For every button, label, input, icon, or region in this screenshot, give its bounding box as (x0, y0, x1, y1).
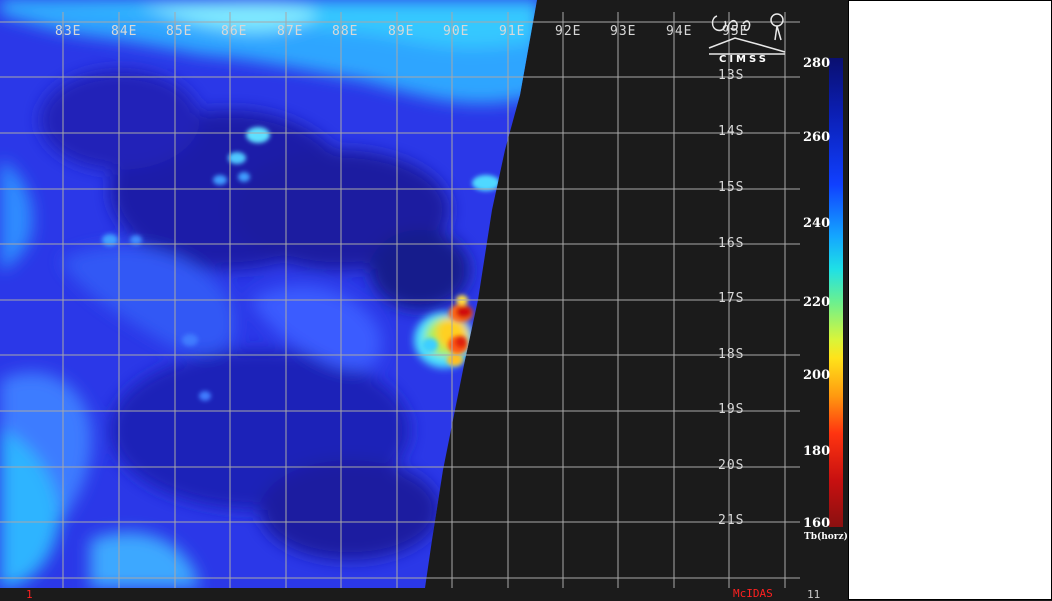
lat-label-19s: 19S (718, 402, 745, 417)
colorbar-tick-180: 180 (803, 444, 831, 459)
lon-label-89e: 89E (388, 24, 415, 39)
lon-label-90e: 90E (443, 24, 470, 39)
colorbar-tick-260: 260 (803, 130, 831, 145)
lon-label-84e: 84E (111, 24, 138, 39)
satellite-map (0, 0, 800, 588)
lat-label-15s: 15S (718, 180, 745, 195)
colorbar-tick-220: 220 (803, 295, 831, 310)
lon-label-86e: 86E (221, 24, 248, 39)
logo-text: CIMSS (719, 54, 769, 64)
colorbar-tick-160: 160 (803, 516, 831, 531)
brightness-temperature-colorbar (829, 58, 843, 527)
colorbar-unit-label: Tb(horz) (804, 532, 848, 542)
cimss-logo-icon: CIMSS (708, 13, 786, 64)
footer-code: 11 (807, 588, 821, 601)
lon-label-87e: 87E (277, 24, 304, 39)
colorbar-tick-200: 200 (803, 368, 831, 383)
lat-label-20s: 20S (718, 458, 745, 473)
lat-label-18s: 18S (718, 347, 745, 362)
lon-label-94e: 94E (666, 24, 693, 39)
colorbar-tick-240: 240 (803, 216, 831, 231)
footer-bar (0, 588, 848, 601)
lon-label-93e: 93E (610, 24, 637, 39)
blank-info-panel (848, 0, 1052, 600)
lat-label-16s: 16S (718, 236, 745, 251)
lon-label-88e: 88E (332, 24, 359, 39)
footer-frame-number: 1 (26, 588, 33, 601)
colorbar-tick-280: 280 (803, 56, 831, 71)
lon-label-92e: 92E (555, 24, 582, 39)
lon-label-85e: 85E (166, 24, 193, 39)
lat-label-13s: 13S (718, 68, 745, 83)
lat-label-14s: 14S (718, 124, 745, 139)
lon-label-91e: 91E (499, 24, 526, 39)
lat-label-21s: 21S (718, 513, 745, 528)
lon-label-83e: 83E (55, 24, 82, 39)
lat-label-17s: 17S (718, 291, 745, 306)
footer-software-label: McIDAS (733, 587, 773, 600)
